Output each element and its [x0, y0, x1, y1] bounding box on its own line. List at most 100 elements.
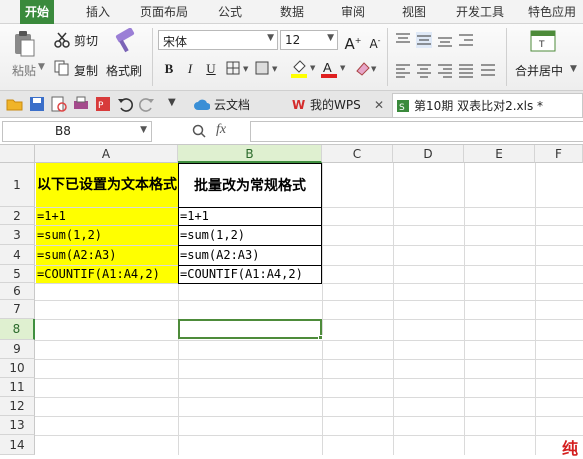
doc-tab-mywps[interactable]: W 我的WPS ✕	[290, 93, 388, 117]
zoom-icon[interactable]	[192, 124, 206, 138]
column-header-b[interactable]: B	[178, 145, 322, 163]
gridline	[35, 416, 583, 417]
tab-page-layout[interactable]: 页面布局	[134, 0, 194, 24]
decrease-font-icon[interactable]: A-	[366, 32, 384, 51]
name-box[interactable]: B8 ▼	[2, 121, 152, 142]
row-header-5[interactable]: 5	[0, 265, 35, 283]
tab-home[interactable]: 开始	[20, 0, 54, 24]
column-header-e[interactable]: E	[464, 145, 535, 163]
row-header-11[interactable]: 11	[0, 378, 35, 397]
align-middle-icon[interactable]	[416, 32, 432, 48]
copy-icon[interactable]	[54, 60, 70, 76]
copy-label[interactable]: 复制	[74, 62, 98, 79]
cell-b3[interactable]: =sum(1,2)	[178, 225, 322, 246]
open-folder-icon[interactable]	[6, 95, 24, 113]
svg-text:▼: ▼	[272, 65, 278, 73]
tab-formulas[interactable]: 公式	[210, 0, 250, 24]
cell-a5[interactable]: =COUNTIF(A1:A4,2)	[36, 266, 178, 283]
indent-icon[interactable]	[458, 32, 474, 48]
row-header-13[interactable]: 13	[0, 416, 35, 435]
font-name-select[interactable]: 宋体 ▼	[158, 30, 278, 50]
row-header-7[interactable]: 7	[0, 300, 35, 319]
formula-input[interactable]	[250, 121, 583, 142]
merge-center-icon[interactable]: T	[530, 30, 556, 54]
selected-cell-b8[interactable]	[178, 319, 322, 339]
underline-button[interactable]: U	[202, 60, 220, 78]
print-icon[interactable]	[72, 95, 90, 113]
tab-insert[interactable]: 插入	[78, 0, 118, 24]
cut-icon[interactable]	[54, 32, 70, 48]
undo-icon[interactable]	[116, 95, 134, 113]
merge-center-label[interactable]: 合并居中	[515, 62, 563, 79]
tab-developer[interactable]: 开发工具	[450, 0, 510, 24]
merge-dropdown-arrow[interactable]: ▼	[570, 64, 577, 74]
cell-a2[interactable]: =1+1	[36, 208, 178, 225]
doc-tab-cloud[interactable]: 云文档	[192, 93, 282, 117]
cell-b2[interactable]: =1+1	[178, 207, 322, 226]
tab-data[interactable]: 数据	[272, 0, 312, 24]
ribbon-separator	[387, 28, 388, 86]
border-icon[interactable]: ▼	[226, 61, 252, 77]
watermark-text: 纯	[562, 439, 579, 458]
cell-a1[interactable]: 以下已设置为文本格式	[36, 163, 178, 207]
tab-view[interactable]: 视图	[394, 0, 434, 24]
font-size-select[interactable]: 12 ▼	[280, 30, 338, 50]
name-box-value: B8	[55, 124, 71, 138]
justify-icon[interactable]	[458, 62, 474, 78]
tab-special[interactable]: 特色应用	[521, 0, 583, 24]
row-header-3[interactable]: 3	[0, 225, 35, 245]
save-icon[interactable]	[28, 95, 46, 113]
row-header-4[interactable]: 4	[0, 245, 35, 265]
italic-button[interactable]: I	[181, 60, 199, 78]
align-right-icon[interactable]	[437, 62, 453, 78]
customize-toolbar-arrow[interactable]: ▼	[168, 97, 176, 108]
align-center-icon[interactable]	[416, 62, 432, 78]
clear-format-icon[interactable]: ▼	[354, 60, 380, 78]
cell-b1[interactable]: 批量改为常规格式	[178, 163, 322, 208]
fx-icon[interactable]: fx	[216, 122, 226, 138]
cell-b4[interactable]: =sum(A2:A3)	[178, 245, 322, 266]
cut-label[interactable]: 剪切	[74, 32, 98, 49]
doc-tab-label: 第10期 双表比对2.xls *	[414, 99, 544, 113]
cell-b5[interactable]: =COUNTIF(A1:A4,2)	[178, 265, 322, 284]
format-painter-icon[interactable]	[112, 28, 138, 56]
row-header-9[interactable]: 9	[0, 340, 35, 359]
row-header-14[interactable]: 14	[0, 435, 35, 455]
font-color-icon[interactable]: A ▼	[320, 59, 348, 79]
font-size-value: 12	[285, 33, 301, 47]
fill-handle[interactable]	[318, 335, 323, 340]
cell-a4[interactable]: =sum(A2:A3)	[36, 246, 178, 265]
column-header-d[interactable]: D	[393, 145, 464, 163]
row-header-2[interactable]: 2	[0, 207, 35, 225]
column-header-c[interactable]: C	[322, 145, 393, 163]
select-all-corner[interactable]	[0, 145, 35, 163]
bold-button[interactable]: B	[160, 60, 178, 78]
align-top-icon[interactable]	[395, 32, 411, 48]
paste-label[interactable]: 粘贴	[12, 62, 36, 79]
align-bottom-icon[interactable]	[437, 32, 453, 48]
row-header-6[interactable]: 6	[0, 283, 35, 300]
fill-pattern-icon[interactable]: ▼	[255, 61, 281, 77]
export-pdf-icon[interactable]: P	[94, 95, 112, 113]
column-header-a[interactable]: A	[35, 145, 178, 163]
print-preview-icon[interactable]	[50, 95, 68, 113]
cell-a3[interactable]: =sum(1,2)	[36, 226, 178, 245]
row-header-12[interactable]: 12	[0, 397, 35, 416]
fill-color-icon[interactable]: ▼	[290, 59, 318, 79]
redo-icon[interactable]	[138, 95, 156, 113]
paste-dropdown-arrow[interactable]: ▼	[38, 62, 45, 72]
row-header-8[interactable]: 8	[0, 319, 35, 340]
doc-tab-current[interactable]: S 第10期 双表比对2.xls *	[392, 93, 583, 117]
distributed-align-icon[interactable]	[480, 62, 496, 78]
ribbon-toolbar: 粘贴 ▼ 剪切 复制 格式刷 宋体 ▼ 12 ▼ A+ A- B I U ▼ ▼	[0, 24, 583, 91]
row-header-10[interactable]: 10	[0, 359, 35, 378]
align-left-icon[interactable]	[395, 62, 411, 78]
format-painter-label[interactable]: 格式刷	[106, 62, 142, 79]
close-icon[interactable]: ✕	[374, 93, 384, 117]
row-header-1[interactable]: 1	[0, 163, 35, 207]
column-header-f[interactable]: F	[535, 145, 583, 163]
increase-font-icon[interactable]: A+	[344, 32, 362, 53]
tab-review[interactable]: 审阅	[333, 0, 373, 24]
svg-text:S: S	[399, 103, 405, 113]
paste-icon[interactable]	[12, 30, 36, 58]
